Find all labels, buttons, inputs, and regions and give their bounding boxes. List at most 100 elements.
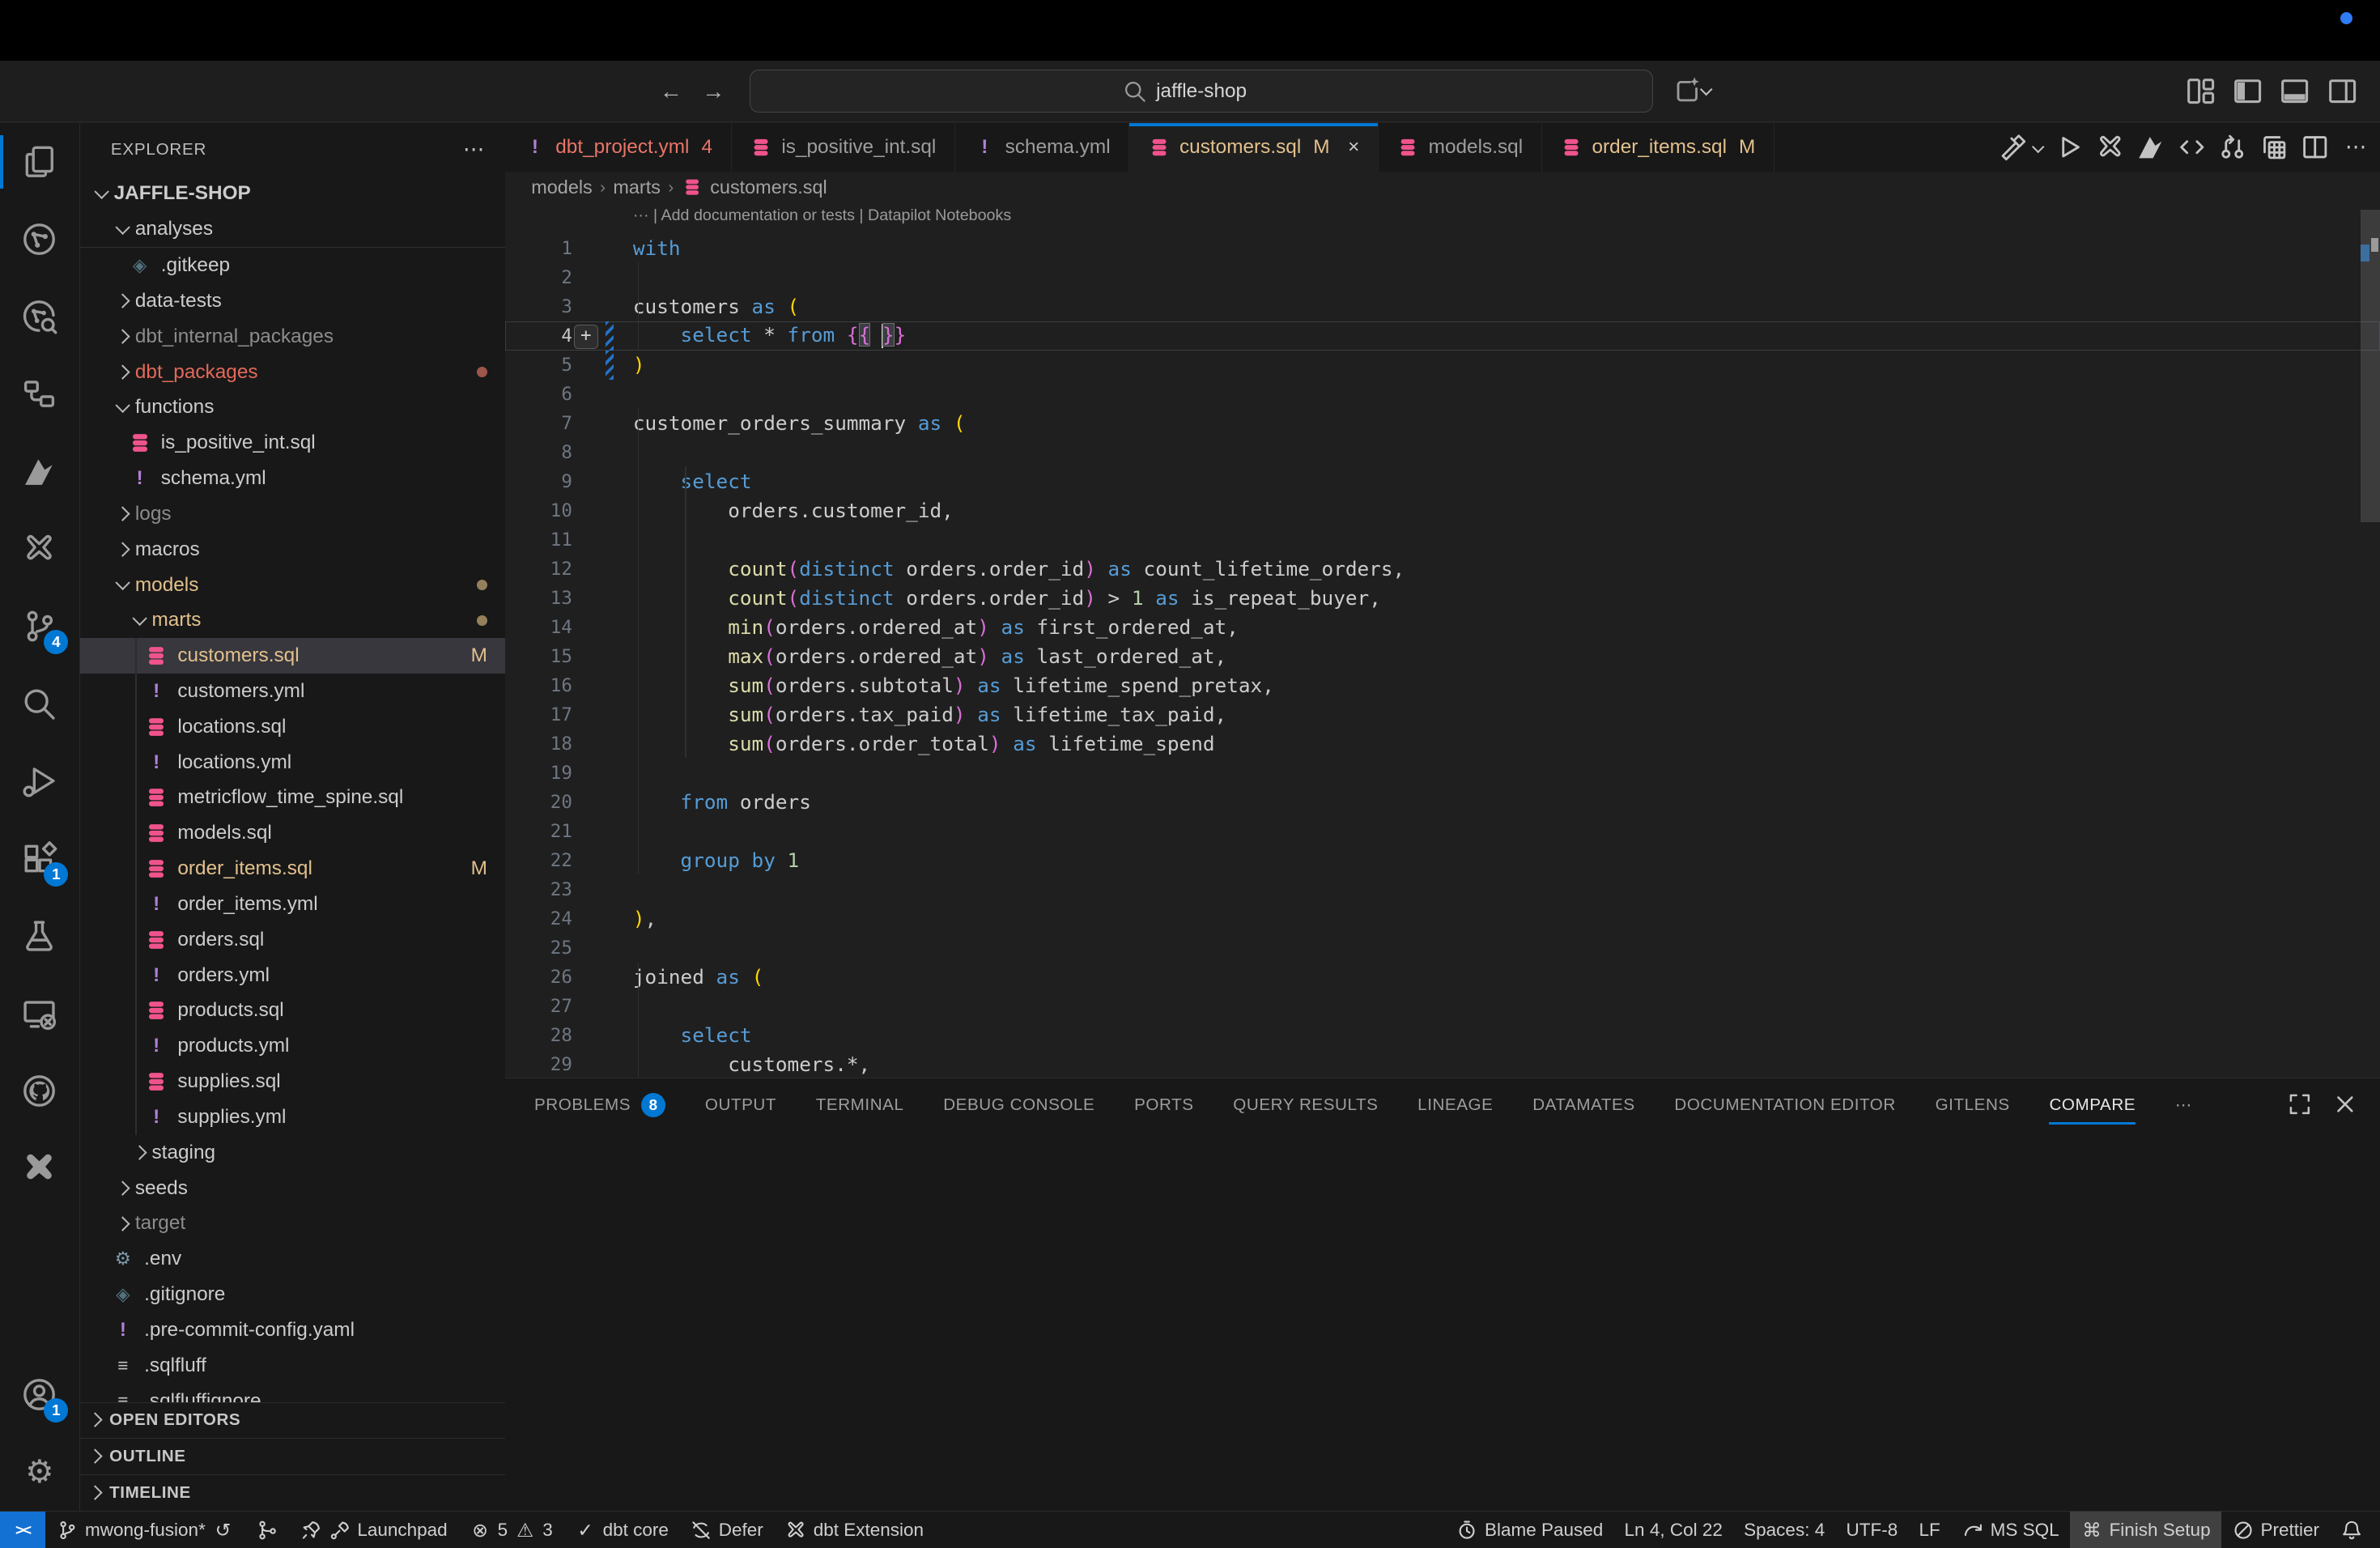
section-outline[interactable]: OUTLINE: [80, 1438, 505, 1474]
activity-dbt-power-user-icon[interactable]: [0, 510, 79, 588]
status-item-eol[interactable]: LF: [1908, 1512, 1951, 1548]
tree-item-.gitkeep[interactable]: ◈.gitkeep: [80, 248, 505, 283]
panel-tab-problems[interactable]: PROBLEMS8: [534, 1078, 665, 1132]
panel-tab-ports[interactable]: PORTS: [1134, 1078, 1193, 1132]
panel-tab-datamates[interactable]: DATAMATES: [1532, 1078, 1634, 1132]
tree-item-marts[interactable]: marts: [80, 602, 505, 638]
activity-dbt-logo-icon[interactable]: [0, 432, 79, 510]
status-item-notifications[interactable]: [2330, 1512, 2374, 1548]
activity-accounts-icon[interactable]: 1: [0, 1355, 79, 1433]
status-item-defer[interactable]: Defer: [679, 1512, 774, 1548]
tree-item-products.sql[interactable]: products.sql: [80, 993, 505, 1029]
remote-indicator[interactable]: ><: [0, 1512, 45, 1548]
tree-item-metricflow_time_spine.sql[interactable]: metricflow_time_spine.sql: [80, 780, 505, 816]
tab-schema.yml[interactable]: !schema.yml: [955, 123, 1129, 172]
dbt-power-user-icon[interactable]: [2095, 132, 2126, 163]
toggle-secondary-sidebar-icon[interactable]: [2326, 74, 2359, 108]
tree-item-.pre-commit-config.yaml[interactable]: !.pre-commit-config.yaml: [80, 1312, 505, 1348]
tree-item-orders.sql[interactable]: orders.sql: [80, 922, 505, 958]
add-line-button[interactable]: +: [574, 325, 598, 349]
toggle-sidebar-icon[interactable]: [2231, 74, 2264, 108]
tree-item-locations.sql[interactable]: locations.sql: [80, 709, 505, 745]
close-panel-icon[interactable]: [2331, 1091, 2359, 1118]
tree-item-staging[interactable]: staging: [80, 1135, 505, 1171]
tree-item-macros[interactable]: macros: [80, 532, 505, 568]
status-item-language-mode[interactable]: MS SQL: [1951, 1512, 2070, 1548]
tree-item-.gitignore[interactable]: ◈.gitignore: [80, 1277, 505, 1312]
panel-tab-debug-console[interactable]: DEBUG CONSOLE: [943, 1078, 1094, 1132]
tree-item-orders.yml[interactable]: !orders.yml: [80, 958, 505, 993]
tree-item-customers.sql[interactable]: customers.sqlM: [80, 638, 505, 674]
activity-settings-gear-icon[interactable]: ⚙: [0, 1433, 79, 1511]
status-item-prettier[interactable]: Prettier: [2221, 1512, 2330, 1548]
tree-item-JAFFLE-SHOP[interactable]: JAFFLE-SHOP: [80, 176, 505, 212]
customize-layout-icon[interactable]: [2184, 74, 2217, 108]
status-item-merge[interactable]: [245, 1512, 289, 1548]
tab-customers.sql[interactable]: customers.sqlM×: [1129, 123, 1379, 172]
tree-item-customers.yml[interactable]: !customers.yml: [80, 674, 505, 709]
tree-item-target[interactable]: target: [80, 1206, 505, 1242]
hammer-icon[interactable]: [1997, 132, 2028, 163]
tree-item-order_items.sql[interactable]: order_items.sqlM: [80, 851, 505, 887]
query-table-icon[interactable]: [2259, 132, 2289, 163]
tab-dbt_project.yml[interactable]: !dbt_project.yml4: [505, 123, 731, 172]
share-button[interactable]: [1672, 74, 1711, 105]
search-input[interactable]: [750, 79, 1652, 104]
activity-source-control-icon[interactable]: 4: [0, 588, 79, 666]
dbt-logo-icon[interactable]: [2136, 132, 2166, 163]
tree-item-order_items.yml[interactable]: !order_items.yml: [80, 887, 505, 922]
tree-item-functions[interactable]: functions: [80, 389, 505, 425]
history-back-button[interactable]: ←: [654, 74, 687, 108]
code-editor[interactable]: ··· | Add documentation or tests | Datap…: [505, 203, 2380, 1078]
panel-tab-terminal[interactable]: TERMINAL: [816, 1078, 904, 1132]
tree-item-models[interactable]: models: [80, 568, 505, 603]
status-item-dbt-extension[interactable]: dbt Extension: [774, 1512, 934, 1548]
tab-order_items.sql[interactable]: order_items.sqlM: [1542, 123, 1774, 172]
status-item-indentation[interactable]: Spaces: 4: [1733, 1512, 1835, 1548]
status-item-problems[interactable]: ⊗5⚠3: [458, 1512, 563, 1548]
tree-item-logs[interactable]: logs: [80, 496, 505, 532]
toggle-panel-icon[interactable]: [2278, 74, 2311, 108]
tree-item-supplies.sql[interactable]: supplies.sql: [80, 1064, 505, 1099]
tree-item-.env[interactable]: ⚙.env: [80, 1241, 505, 1277]
section-open-editors[interactable]: OPEN EDITORS: [80, 1402, 505, 1439]
tree-item-dbt_internal_packages[interactable]: dbt_internal_packages: [80, 319, 505, 355]
tree-item-data-tests[interactable]: data-tests: [80, 283, 505, 319]
more-actions-icon[interactable]: ⋯: [2340, 132, 2371, 163]
activity-beaker-icon[interactable]: [0, 897, 79, 975]
tree-item-is_positive_int.sql[interactable]: is_positive_int.sql: [80, 425, 505, 461]
more-actions-icon[interactable]: ⋯: [463, 137, 484, 162]
status-item-encoding[interactable]: UTF-8: [1835, 1512, 1908, 1548]
panel-tab-query-results[interactable]: QUERY RESULTS: [1233, 1078, 1378, 1132]
activity-remote-explorer-icon[interactable]: [0, 975, 79, 1053]
status-item-blame[interactable]: Blame Paused: [1445, 1512, 1613, 1548]
section-timeline[interactable]: TIMELINE: [80, 1474, 505, 1511]
breadcrumb-item[interactable]: marts: [613, 176, 661, 198]
activity-lineage-search-icon[interactable]: [0, 278, 79, 355]
panel-tab-compare[interactable]: COMPARE: [2049, 1078, 2136, 1132]
tree-item-analyses[interactable]: analyses: [80, 211, 505, 248]
panel-tab-gitlens[interactable]: GITLENS: [1936, 1078, 2010, 1132]
tree-item-supplies.yml[interactable]: !supplies.yml: [80, 1099, 505, 1135]
activity-dbt-power-user-filled-icon[interactable]: [0, 1129, 79, 1207]
activity-github-icon[interactable]: [0, 1052, 79, 1129]
history-forward-button[interactable]: →: [697, 74, 730, 108]
breadcrumb-item[interactable]: models: [531, 176, 593, 198]
maximize-panel-icon[interactable]: [2286, 1091, 2314, 1118]
activity-lineage-icon[interactable]: [0, 201, 79, 279]
tree-item-dbt_packages[interactable]: dbt_packages: [80, 355, 505, 390]
activity-flow-icon[interactable]: [0, 355, 79, 433]
command-center-search[interactable]: [750, 70, 1653, 113]
codelens-actions[interactable]: ··· | Add documentation or tests | Datap…: [633, 206, 1011, 225]
activity-run-debug-icon[interactable]: [0, 742, 79, 820]
panel-tab-⋯[interactable]: ⋯: [2175, 1078, 2192, 1132]
activity-extensions-icon[interactable]: 1: [0, 820, 79, 898]
split-editor-icon[interactable]: [2300, 132, 2331, 163]
activity-explorer-icon[interactable]: [0, 123, 79, 201]
tree-item-locations.yml[interactable]: !locations.yml: [80, 745, 505, 780]
tab-is_positive_int.sql[interactable]: is_positive_int.sql: [732, 123, 955, 172]
tree-item-.sqlfluff[interactable]: ≡.sqlfluff: [80, 1348, 505, 1384]
close-icon[interactable]: ×: [1348, 136, 1359, 159]
status-item-branch[interactable]: mwong-fusion*↺: [45, 1512, 244, 1548]
tree-item-models.sql[interactable]: models.sql: [80, 815, 505, 851]
